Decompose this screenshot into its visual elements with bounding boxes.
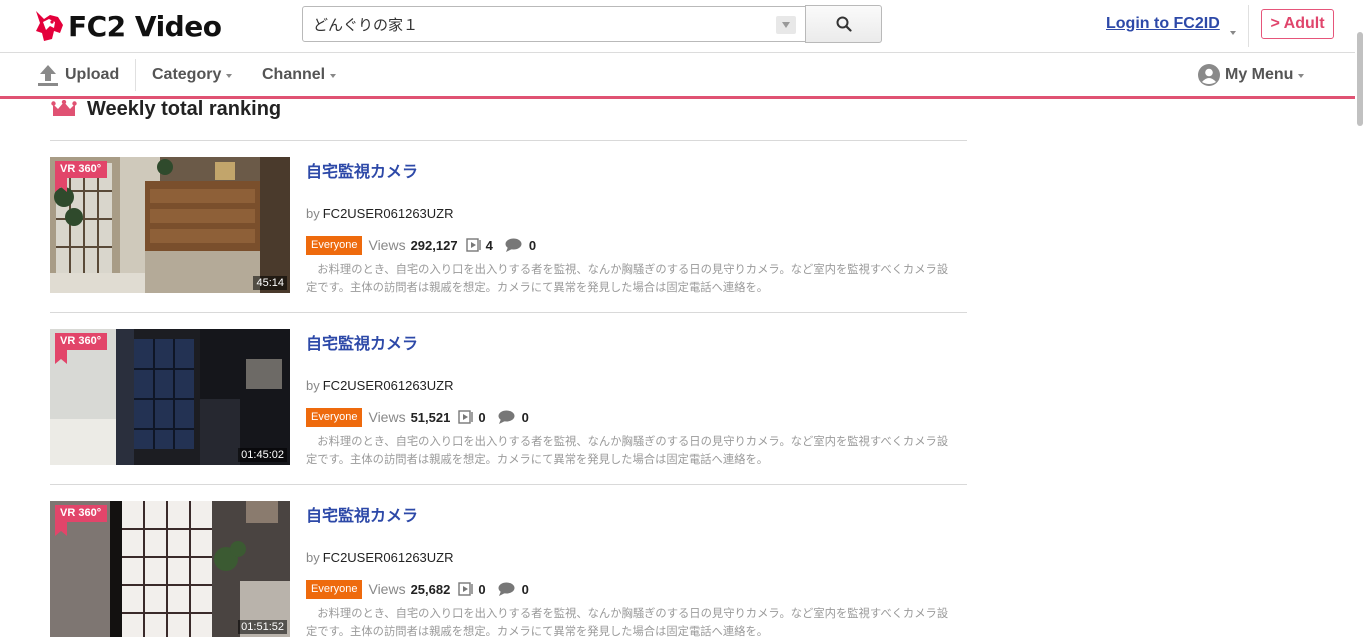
playlist-count: 0 <box>478 581 486 597</box>
user-avatar-icon <box>1198 63 1220 86</box>
nav-upload[interactable]: Upload <box>37 53 119 96</box>
comment-count: 0 <box>528 237 537 253</box>
playlist-count: 4 <box>485 237 493 253</box>
nav-my-menu[interactable]: My Menu <box>1198 53 1305 96</box>
video-meta: Everyone Views 25,682 0 0 <box>306 579 529 599</box>
video-list-item: VR 360° 45:14 自宅監視カメラ by FC2USER061263UZR… <box>50 157 967 294</box>
video-description: お料理のとき、自宅の入り口を出入りする者を監視、なんか胸騒ぎのする日の見守りカメ… <box>306 607 949 638</box>
nav-my-menu-label: My Menu <box>1225 65 1294 83</box>
comment-count: 0 <box>521 409 529 425</box>
by-label: by <box>306 378 320 393</box>
ranking-header: Weekly total ranking <box>51 96 281 122</box>
comment-icon <box>498 582 515 596</box>
chevron-down-icon <box>330 73 337 78</box>
video-duration: 01:45:02 <box>238 448 287 462</box>
views-label: Views <box>368 581 406 597</box>
site-header: FC2 Video Login to FC2ID > Adult <box>0 0 1366 53</box>
search-button[interactable] <box>805 5 882 43</box>
site-logo[interactable]: FC2 Video <box>32 6 222 46</box>
header-divider <box>1248 5 1249 47</box>
video-meta: Everyone Views 292,127 4 0 <box>306 235 536 255</box>
rating-badge: Everyone <box>306 235 363 255</box>
comment-icon <box>498 410 515 424</box>
video-title-link[interactable]: 自宅監視カメラ <box>306 502 418 526</box>
adult-button[interactable]: > Adult <box>1261 9 1334 39</box>
rating-badge: Everyone <box>306 407 363 427</box>
uploader-link[interactable]: FC2USER061263UZR <box>323 378 454 393</box>
video-title-link[interactable]: 自宅監視カメラ <box>306 330 418 354</box>
rating-badge: Everyone <box>306 579 363 599</box>
video-uploader: by FC2USER061263UZR <box>306 206 454 221</box>
uploader-link[interactable]: FC2USER061263UZR <box>323 206 454 221</box>
vr-360-label: VR 360° <box>60 507 102 519</box>
video-description: お料理のとき、自宅の入り口を出入りする者を監視、なんか胸騒ぎのする日の見守りカメ… <box>306 263 949 294</box>
scrollbar-thumb[interactable] <box>1357 32 1363 126</box>
video-meta: Everyone Views 51,521 0 0 <box>306 407 529 427</box>
divider <box>50 312 967 313</box>
playlist-icon <box>458 410 474 424</box>
video-duration: 45:14 <box>253 276 287 290</box>
nav-upload-label: Upload <box>65 65 120 83</box>
search-history-dropdown[interactable] <box>776 16 796 34</box>
video-thumbnail[interactable]: VR 360° 45:14 <box>50 157 290 293</box>
upload-icon <box>38 64 58 86</box>
ranking-title: Weekly total ranking <box>87 97 282 120</box>
playlist-count: 0 <box>478 409 486 425</box>
video-thumbnail[interactable]: VR 360° 01:45:02 <box>50 329 290 465</box>
search-box <box>302 6 806 42</box>
nav-channel[interactable]: Channel <box>262 53 337 96</box>
logo-text: FC2 Video <box>68 9 222 43</box>
vr-360-label: VR 360° <box>60 335 102 347</box>
video-title-link[interactable]: 自宅監視カメラ <box>306 158 418 182</box>
divider <box>50 484 967 485</box>
crown-icon <box>51 100 77 116</box>
fc2-unicorn-logo-icon <box>36 11 63 41</box>
comment-icon <box>505 238 522 252</box>
chevron-down-icon <box>1298 73 1305 78</box>
login-link[interactable]: Login to FC2ID <box>1106 15 1220 33</box>
video-duration: 01:51:52 <box>238 620 287 634</box>
video-description: お料理のとき、自宅の入り口を出入りする者を監視、なんか胸騒ぎのする日の見守りカメ… <box>306 435 949 466</box>
views-count: 292,127 <box>410 237 458 253</box>
comment-count: 0 <box>521 581 529 597</box>
chevron-down-icon <box>226 73 233 78</box>
search-icon <box>836 16 852 32</box>
video-list-item: VR 360° 01:51:52 自宅監視カメラ by FC2USER061263… <box>50 501 967 638</box>
chevron-down-icon[interactable] <box>1225 22 1236 40</box>
views-label: Views <box>368 237 406 253</box>
nav-category[interactable]: Category <box>152 53 233 96</box>
views-count: 25,682 <box>410 581 451 597</box>
video-thumbnail[interactable]: VR 360° 01:51:52 <box>50 501 290 637</box>
video-list-item: VR 360° 01:45:02 自宅監視カメラ by FC2USER061263… <box>50 329 967 466</box>
page-scrollbar[interactable] <box>1355 0 1366 634</box>
uploader-link[interactable]: FC2USER061263UZR <box>323 550 454 565</box>
chevron-down-icon <box>782 22 790 28</box>
nav-divider <box>135 59 136 91</box>
video-uploader: by FC2USER061263UZR <box>306 550 454 565</box>
video-uploader: by FC2USER061263UZR <box>306 378 454 393</box>
search-input[interactable] <box>303 7 773 41</box>
by-label: by <box>306 206 320 221</box>
views-count: 51,521 <box>410 409 451 425</box>
nav-bar: Upload Category Channel My Menu <box>0 53 1366 99</box>
by-label: by <box>306 550 320 565</box>
nav-channel-label: Channel <box>262 65 326 83</box>
divider <box>50 140 967 141</box>
vr-360-label: VR 360° <box>60 163 102 175</box>
views-label: Views <box>368 409 406 425</box>
playlist-icon <box>458 582 474 596</box>
playlist-icon <box>465 238 481 252</box>
nav-category-label: Category <box>152 65 222 83</box>
